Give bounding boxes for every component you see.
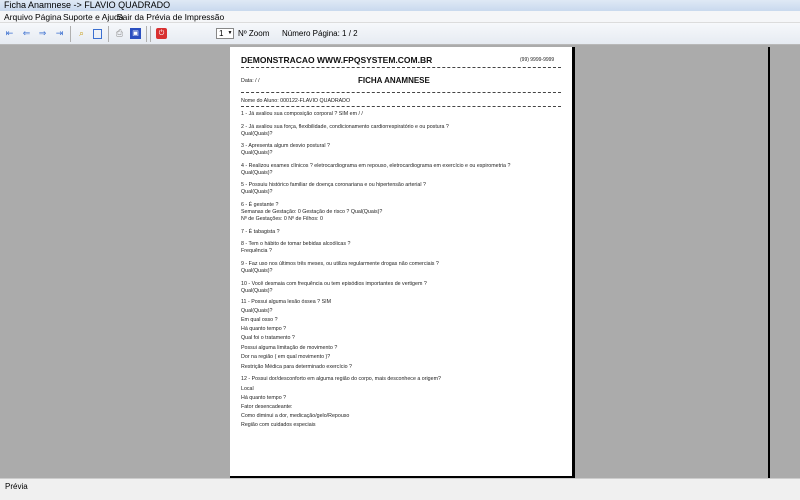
question-line: Qual(Quais)? [241,150,273,156]
page-shadow [572,47,575,478]
question-line: Local [241,386,254,392]
question-line: Região com cuidados especiais [241,422,316,428]
prev-page-icon[interactable]: ⇐ [21,28,32,39]
company-phone: (99) 9999-9999 [520,57,555,63]
window-title: Ficha Anamnese -> FLAVIO QUADRADO [0,0,800,11]
question-line: 8 - Tem o hábito de tomar bebidas alcoól… [241,241,351,247]
question-line: 9 - Faz uso nos últimos três meses, ou u… [241,261,439,267]
separator [150,26,151,42]
question-line: 2 - Já avaliou sua força, flexibilidade,… [241,124,449,130]
question-line: Qual(Quais)? [241,189,273,195]
question-line: 5 - Possuiu histórico familiar de doença… [241,182,426,188]
question-line: Possui alguma limitação de movimento ? [241,345,338,351]
toolbar: ⇤ ⇐ ⇒ ⇥ ⌕ ⎙ ▣ ⏻ 1 ▼ Nº Zoom Número Página… [0,23,800,45]
divider [241,92,561,93]
page-view-icon[interactable] [93,29,102,39]
zoom-value: 1 [219,29,224,38]
menu-pagina[interactable]: Página [35,11,61,23]
question-line: 10 - Você desmaia com frequência ou tem … [241,281,427,287]
zoom-label: Nº Zoom [238,29,270,38]
separator [146,26,147,42]
question-line: Fator desencadeante: [241,404,293,410]
menu-sair[interactable]: Sair da Prévia de Impressão [117,11,224,23]
export-icon[interactable]: ▣ [130,28,141,39]
report-date: Data: / / [241,78,260,84]
zoom-select[interactable]: 1 ▼ [216,28,234,39]
last-page-icon[interactable]: ⇥ [54,28,65,39]
print-icon[interactable]: ⎙ [114,28,125,39]
question-line: Semanas de Gestação: 0 Gestação de risco… [241,209,383,215]
question-line: Qual(Quais)? [241,170,273,176]
question-line: Nº de Gestações: 0 Nº de Filhos: 0 [241,216,323,222]
question-line: Qual(Quais)? [241,268,273,274]
next-page-icon[interactable]: ⇒ [37,28,48,39]
question-line: Como diminui a dor, medicação/gelo/Repou… [241,413,350,419]
page-number: Número Página: 1 / 2 [282,29,358,38]
student-name: Nome do Aluno: 000122-FLAVIO QUADRADO [241,98,351,104]
report-page: DEMONSTRACAO WWW.FPQSYSTEM.COM.BR (99) 9… [230,47,572,476]
question-line: 1 - Já avaliou sua composição corporal ?… [241,111,363,117]
separator [70,26,71,42]
first-page-icon[interactable]: ⇤ [4,28,15,39]
question-line: 7 - É tabagista ? [241,229,280,235]
menu-suporte[interactable]: Suporte e Ajuda [63,11,124,23]
question-line: Há quanto tempo ? [241,326,287,332]
question-line: Qual foi o tratamento ? [241,335,295,341]
company-name: DEMONSTRACAO WWW.FPQSYSTEM.COM.BR [241,55,433,65]
divider [241,106,561,107]
question-line: Dor na região ( em qual movimento )? [241,354,331,360]
question-line: 3 - Apresenta algum desvio postural ? [241,143,330,149]
search-icon[interactable]: ⌕ [76,28,87,39]
menu-bar: Arquivo Página Suporte e Ajuda Sair da P… [0,11,800,23]
chevron-down-icon: ▼ [227,30,233,36]
question-line: Qual(Quais)? [241,308,273,314]
question-line: Restrição Médica para determinado exercí… [241,364,352,370]
status-bar: Prévia [0,478,800,500]
question-line: Em qual osso ? [241,317,278,323]
separator [108,26,109,42]
question-line: 4 - Realizou exames clínicos ? eletrocar… [241,163,511,169]
question-line: 12 - Possui dor/desconforto em alguma re… [241,376,441,382]
question-line: 6 - É gestante ? [241,202,279,208]
report-title: FICHA ANAMNESE [358,76,430,85]
question-line: Qual(Quais)? [241,131,273,137]
page-edge [768,47,770,478]
question-line: Frequência ? [241,248,272,254]
question-line: Há quanto tempo ? [241,395,287,401]
question-line: Qual(Quais)? [241,288,273,294]
menu-arquivo[interactable]: Arquivo [4,11,33,23]
divider [241,67,561,68]
close-icon[interactable]: ⏻ [156,28,167,39]
question-line: 11 - Possui alguma lesão óssea ? SIM [241,299,331,305]
